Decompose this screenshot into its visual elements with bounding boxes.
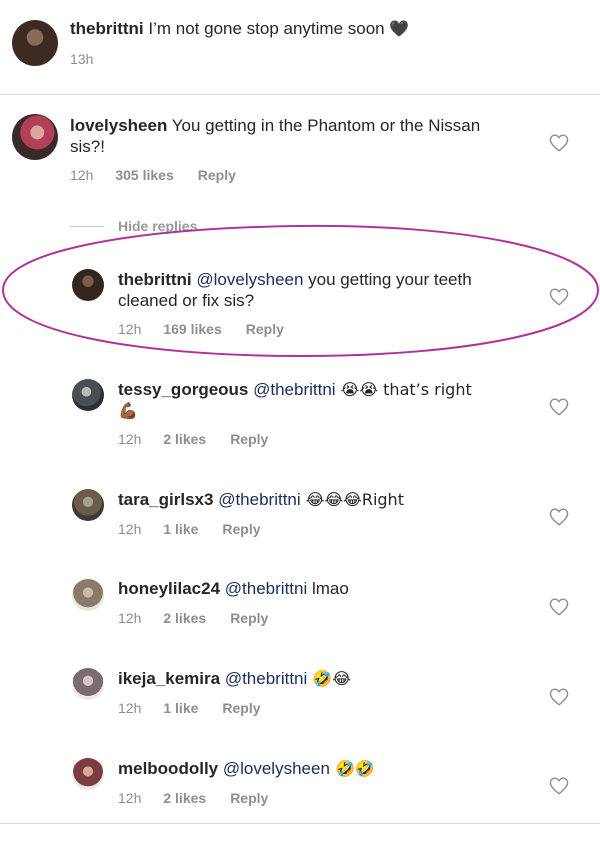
reply-comment: honeylilac24 @thebrittni lmao [118,578,349,599]
like-heart-icon[interactable] [549,508,569,526]
comment-meta: 12h 2 likes Reply [118,431,268,447]
comment-text-continued: 💪🏾 [118,401,138,420]
timestamp: 12h [118,610,142,626]
comment-text: you getting your teeth [303,270,472,289]
caption-comment: thebrittni I’m not gone stop anytime soo… [70,18,409,39]
comment: lovelysheen You getting in the Phantom o… [70,115,480,157]
black-heart-emoji: 🖤 [389,19,410,38]
reply-comment: tessy_gorgeous @thebrittni 😭😭 that’s rig… [118,379,472,421]
username[interactable]: melboodolly [118,759,218,778]
comment-meta: 12h 1 like Reply [118,521,261,537]
like-heart-icon[interactable] [549,688,569,706]
comment-text: I’m not gone stop anytime soon [143,19,390,38]
avatar[interactable] [12,114,58,160]
reply-button[interactable]: Reply [222,700,260,716]
reply-comment: thebrittni @lovelysheen you getting your… [118,269,472,311]
comment-text: 😭😭 that’s right [335,380,472,399]
comment-meta: 13h [70,51,93,67]
likes-count[interactable]: 305 likes [115,167,173,183]
avatar[interactable] [72,269,104,301]
reply-comment: ikeja_kemira @thebrittni 🤣😂 [118,668,351,689]
likes-count[interactable]: 1 like [163,700,198,716]
hide-replies-line [70,226,104,227]
timestamp: 12h [70,167,94,183]
reply-button[interactable]: Reply [198,167,236,183]
reply-button[interactable]: Reply [222,521,260,537]
username[interactable]: ikeja_kemira [118,669,220,688]
mention-link[interactable]: @thebrittni [225,579,307,598]
mention-link[interactable]: @lovelysheen [223,759,330,778]
hide-replies-button[interactable]: Hide replies [118,218,197,234]
timestamp: 12h [118,521,142,537]
like-heart-icon[interactable] [549,398,569,416]
reply-button[interactable]: Reply [230,431,268,447]
avatar[interactable] [72,489,104,521]
avatar[interactable] [72,758,104,790]
avatar[interactable] [72,579,104,611]
comment-meta: 12h 2 likes Reply [118,790,268,806]
avatar[interactable] [12,20,58,66]
mention-link[interactable]: @thebrittni [253,380,335,399]
username[interactable]: tara_girlsx3 [118,490,213,509]
timestamp: 13h [70,51,94,67]
username[interactable]: honeylilac24 [118,579,220,598]
likes-count[interactable]: 1 like [163,521,198,537]
likes-count[interactable]: 2 likes [163,431,206,447]
comment-meta: 12h 305 likes Reply [70,167,236,183]
divider [0,94,600,95]
timestamp: 12h [118,700,142,716]
like-heart-icon[interactable] [549,288,569,306]
timestamp: 12h [118,431,142,447]
reply-button[interactable]: Reply [246,321,284,337]
likes-count[interactable]: 169 likes [163,321,221,337]
username[interactable]: tessy_gorgeous [118,380,248,399]
comment-text: 😂😂😂Right [300,490,404,509]
username[interactable]: thebrittni [70,19,144,38]
avatar[interactable] [72,668,104,700]
avatar[interactable] [72,379,104,411]
likes-count[interactable]: 2 likes [163,790,206,806]
comment-text-continued: cleaned or fix sis? [118,291,255,310]
comment-text-continued: sis?! [70,137,105,156]
like-heart-icon[interactable] [549,598,569,616]
comment-text: 🤣😂 [307,669,351,688]
mention-link[interactable]: @lovelysheen [196,270,303,289]
comment-meta: 12h 2 likes Reply [118,610,268,626]
likes-count[interactable]: 2 likes [163,610,206,626]
like-heart-icon[interactable] [549,777,569,795]
timestamp: 12h [118,321,142,337]
reply-button[interactable]: Reply [230,610,268,626]
reply-comment: melboodolly @lovelysheen 🤣🤣 [118,758,375,779]
comment-meta: 12h 169 likes Reply [118,321,284,337]
comment-text: You getting in the Phantom or the Nissan [167,116,481,135]
comment-text: lmao [307,579,349,598]
username[interactable]: lovelysheen [70,116,167,135]
like-heart-icon[interactable] [549,134,569,152]
mention-link[interactable]: @thebrittni [225,669,307,688]
reply-comment: tara_girlsx3 @thebrittni 😂😂😂Right [118,489,404,510]
timestamp: 12h [118,790,142,806]
mention-link[interactable]: @thebrittni [218,490,300,509]
divider [0,823,600,824]
comment-text: 🤣🤣 [329,759,375,778]
username[interactable]: thebrittni [118,270,192,289]
comment-meta: 12h 1 like Reply [118,700,261,716]
reply-button[interactable]: Reply [230,790,268,806]
